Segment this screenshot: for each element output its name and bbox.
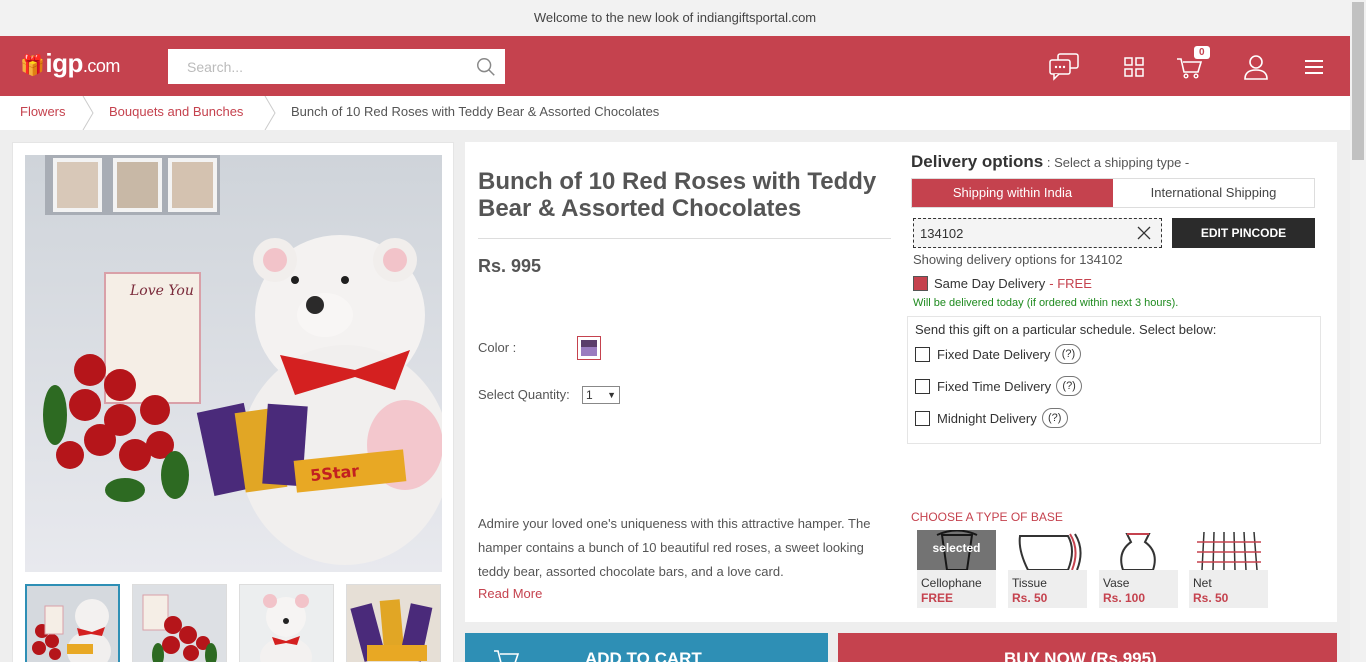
same-day-delivery-option[interactable]: Same Day Delivery - FREE: [913, 276, 1092, 291]
thumbnail-4[interactable]: [346, 584, 441, 662]
tab-shipping-within-india[interactable]: Shipping within India: [912, 179, 1113, 207]
menu-icon[interactable]: [1298, 51, 1330, 83]
chevron-down-icon: ▼: [607, 390, 616, 400]
logo[interactable]: 🎁 igp .com: [20, 48, 120, 79]
base-name: Cellophane: [921, 576, 982, 590]
announcement-text: Welcome to the new look of indiangiftspo…: [533, 10, 817, 25]
fixed-time-checkbox[interactable]: [915, 378, 930, 394]
midnight-checkbox[interactable]: [915, 410, 930, 426]
fixed-date-delivery-option[interactable]: Fixed Date Delivery (?): [915, 344, 1082, 364]
delivery-note: Will be delivered today (if ordered with…: [913, 297, 1179, 309]
base-name: Net: [1193, 576, 1212, 590]
base-option-net[interactable]: Net Rs. 50: [1189, 530, 1268, 608]
cellophane-icon: selected: [917, 530, 996, 570]
color-label: Color :: [478, 340, 517, 355]
delivery-options-heading: Delivery options : Select a shipping typ…: [911, 152, 1189, 172]
quantity-value: 1: [586, 388, 593, 402]
help-icon[interactable]: (?): [1055, 344, 1082, 364]
breadcrumb: Flowers Bouquets and Bunches Bunch of 10…: [0, 96, 1350, 130]
selected-tag: selected: [917, 530, 996, 570]
shipping-tabs: Shipping within India International Ship…: [911, 178, 1315, 208]
cart-count-badge: 0: [1194, 46, 1210, 59]
divider: [478, 238, 891, 239]
search-icon[interactable]: [475, 56, 497, 78]
chat-icon[interactable]: [1048, 51, 1080, 83]
product-main-image[interactable]: Love You 5Star: [25, 155, 442, 572]
add-to-cart-button[interactable]: ADD TO CART: [465, 633, 828, 662]
fixed-date-label: Fixed Date Delivery: [937, 346, 1051, 362]
product-title: Bunch of 10 Red Roses with Teddy Bear & …: [478, 168, 877, 222]
pincode-input[interactable]: [914, 219, 1129, 247]
base-name: Vase: [1103, 576, 1130, 590]
color-swatch[interactable]: [577, 336, 601, 360]
tab-international-shipping[interactable]: International Shipping: [1113, 179, 1314, 207]
fixed-time-delivery-option[interactable]: Fixed Time Delivery (?): [915, 376, 1083, 396]
buy-now-label: BUY NOW (Rs.995): [1004, 649, 1157, 662]
base-price: Rs. 50: [1012, 591, 1048, 605]
base-price: Rs. 100: [1103, 591, 1146, 605]
close-icon[interactable]: [1137, 226, 1151, 240]
base-option-vase[interactable]: Vase Rs. 100: [1099, 530, 1178, 608]
pincode-box: [913, 218, 1162, 248]
site-header: 🎁 igp .com 0: [0, 36, 1350, 96]
base-price: Rs. 50: [1193, 591, 1229, 605]
quantity-select[interactable]: 1 ▼: [582, 386, 620, 404]
product-details: Bunch of 10 Red Roses with Teddy Bear & …: [465, 142, 1337, 622]
help-icon[interactable]: (?): [1056, 376, 1083, 396]
svg-text:Love You: Love You: [129, 283, 194, 299]
midnight-label: Midnight Delivery: [937, 410, 1037, 426]
base-type-heading: CHOOSE A TYPE OF BASE: [911, 510, 1063, 524]
same-day-checkbox[interactable]: [913, 276, 928, 291]
same-day-price: - FREE: [1049, 276, 1092, 291]
base-name: Tissue: [1012, 576, 1047, 590]
midnight-delivery-option[interactable]: Midnight Delivery (?): [915, 408, 1068, 428]
cart-icon: [494, 650, 520, 662]
net-icon: [1189, 530, 1268, 570]
scrollbar-thumb[interactable]: [1352, 2, 1364, 160]
grid-icon[interactable]: [1118, 51, 1150, 83]
edit-pincode-button[interactable]: EDIT PINCODE: [1172, 218, 1315, 248]
help-icon[interactable]: (?): [1041, 408, 1068, 428]
gift-icon: 🎁: [20, 55, 45, 77]
search-box: [168, 49, 505, 84]
user-icon[interactable]: [1240, 51, 1272, 83]
schedule-panel: Send this gift on a particular schedule.…: [907, 316, 1321, 444]
fixed-time-label: Fixed Time Delivery: [937, 378, 1052, 394]
quantity-label: Select Quantity:: [478, 387, 570, 402]
vase-icon: [1099, 530, 1178, 570]
add-to-cart-label: ADD TO CART: [585, 649, 702, 662]
base-option-cellophane[interactable]: selected Cellophane FREE: [917, 530, 996, 608]
thumbnail-3[interactable]: [239, 584, 334, 662]
fixed-date-checkbox[interactable]: [915, 346, 930, 362]
announcement-bar: Welcome to the new look of indiangiftspo…: [0, 0, 1350, 36]
showing-delivery-text: Showing delivery options for 134102: [913, 252, 1123, 267]
delivery-subtitle: : Select a shipping type -: [1043, 155, 1190, 170]
breadcrumb-flowers[interactable]: Flowers: [20, 96, 66, 127]
product-gallery: Love You 5Star: [12, 142, 454, 662]
logo-main: igp: [45, 48, 83, 78]
read-more-link[interactable]: Read More: [478, 586, 542, 601]
base-price: FREE: [921, 591, 954, 605]
buy-now-button[interactable]: BUY NOW (Rs.995): [838, 633, 1337, 662]
tissue-icon: [1008, 530, 1087, 570]
product-price: Rs. 995: [478, 256, 542, 276]
breadcrumb-chevron-icon: [82, 96, 94, 130]
product-description: Admire your loved one's uniqueness with …: [478, 516, 871, 579]
schedule-heading: Send this gift on a particular schedule.…: [915, 322, 1217, 337]
logo-suffix: .com: [82, 56, 121, 76]
thumbnail-2[interactable]: [132, 584, 227, 662]
breadcrumb-bouquets[interactable]: Bouquets and Bunches: [109, 96, 243, 127]
breadcrumb-chevron-icon: [264, 96, 276, 130]
breadcrumb-current: Bunch of 10 Red Roses with Teddy Bear & …: [291, 104, 660, 119]
page-scrollbar[interactable]: [1350, 0, 1366, 662]
thumbnail-1[interactable]: [25, 584, 120, 662]
same-day-label: Same Day Delivery: [934, 276, 1046, 291]
search-input[interactable]: [168, 49, 468, 84]
delivery-title: Delivery options: [911, 152, 1044, 171]
base-option-tissue[interactable]: Tissue Rs. 50: [1008, 530, 1087, 608]
